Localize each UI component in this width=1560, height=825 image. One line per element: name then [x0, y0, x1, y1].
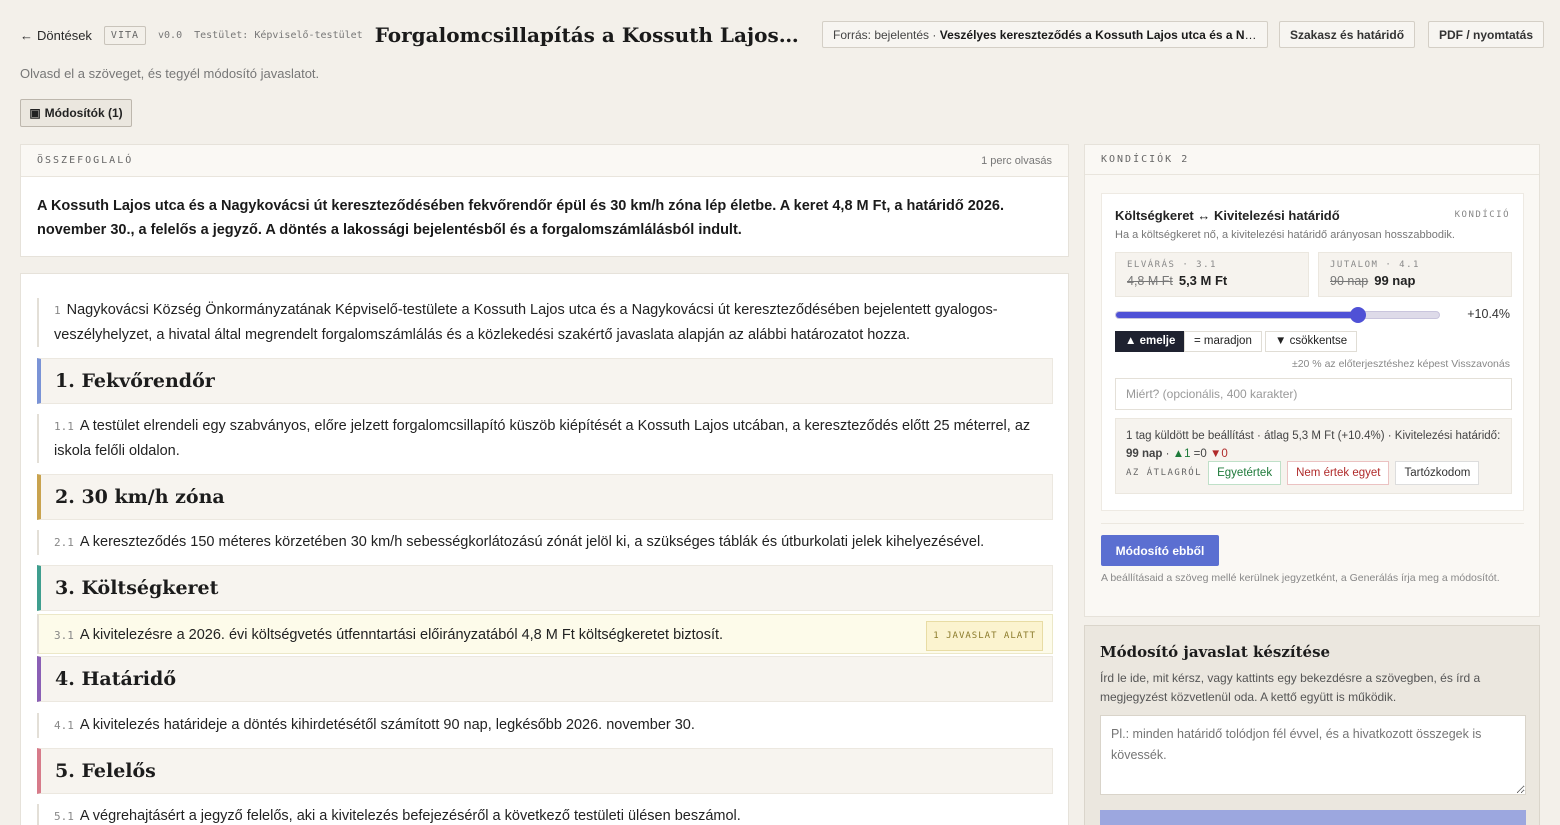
paragraph-number: 1.1: [54, 420, 74, 433]
back-label: Döntések: [37, 27, 92, 43]
section-title: 4. Határidő: [55, 668, 176, 690]
conditions-label: KONDÍCIÓK 2: [1101, 154, 1190, 165]
reward-box: JUTALOM · 4.1 90 nap 99 nap: [1318, 252, 1512, 297]
paragraph-text: Nagykovácsi Község Önkormányzatának Képv…: [54, 302, 998, 343]
arrow-left-icon: ←: [20, 27, 33, 43]
paragraph-number: 5.1: [54, 810, 74, 823]
paragraph-3-1[interactable]: 3.1 A kivitelezésre a 2026. évi költségve…: [37, 614, 1053, 654]
paragraph-5-1[interactable]: 5.1 A végrehajtásért a jegyző felelős, ak…: [37, 804, 1053, 825]
pending-proposal-badge: 1 JAVASLAT ALATT: [926, 621, 1043, 651]
reward-new-value: 99 nap: [1374, 273, 1416, 288]
summary-text: A Kossuth Lajos utca és a Nagykovácsi út…: [37, 198, 1005, 238]
panel-icon: ▣: [29, 106, 41, 120]
modifier-from-this-button[interactable]: Módosító ebből: [1101, 535, 1219, 566]
slider-fill: [1116, 312, 1359, 318]
slider-percentage: +10.4%: [1467, 307, 1510, 321]
paragraph-text: A kereszteződés 150 méteres körzetében 3…: [79, 534, 985, 550]
summary-header: ÖSSZEFOGLALÓ 1 perc olvasás: [21, 145, 1068, 177]
section-2-heading: 2. 30 km/h zóna: [37, 474, 1053, 520]
slider-handle[interactable]: [1350, 307, 1367, 323]
condition-tag: KONDÍCIÓ: [1454, 210, 1510, 220]
section-5-heading: 5. Felelős: [37, 748, 1053, 794]
conditions-panel: KONDÍCIÓK 2 Költségkeret ↔ Kivitelezési …: [1084, 144, 1540, 617]
stats-text: 1 tag küldött be beállítást · átlag 5,3 …: [1126, 430, 1501, 442]
range-hint: ±20 % az előterjesztéshez képest Visszav…: [1292, 358, 1510, 370]
ask-old-value: 4,8 M Ft: [1127, 274, 1173, 288]
lower-button[interactable]: ▼ csökkentse: [1265, 331, 1358, 352]
read-time: 1 perc olvasás: [981, 154, 1052, 167]
abstain-button[interactable]: Tartózkodom: [1395, 461, 1480, 485]
top-bar: ← Döntések VITA v0.0 Testület: Képviselő…: [20, 20, 1545, 50]
section-title: 2. 30 km/h zóna: [55, 486, 225, 508]
section-title: 1. Fekvőrendőr: [55, 370, 215, 392]
reward-label: JUTALOM · 4.1: [1330, 260, 1420, 270]
stats-value: 99 nap: [1126, 448, 1163, 460]
adjustment-slider[interactable]: [1115, 307, 1440, 323]
paragraph-1-1[interactable]: 1.1 A testület elrendeli egy szabványos, …: [37, 414, 1053, 463]
document-body: 1 Nagykovácsi Község Önkormányzatának Kép…: [20, 273, 1069, 825]
modifiers-button[interactable]: ▣ Módosítók (1): [20, 99, 132, 127]
modifiers-label: Módosítók (1): [44, 106, 123, 120]
paragraph-text: A kivitelezésre a 2026. évi költségvetés…: [79, 627, 724, 643]
disagree-button[interactable]: Nem értek egyet: [1287, 461, 1390, 485]
average-vote-row: AZ ÁTLAGRÓL Egyetértek Nem értek egyet T…: [1126, 461, 1480, 485]
summary-label: ÖSSZEFOGLALÓ: [37, 155, 134, 166]
conditions-header: KONDÍCIÓK 2: [1085, 145, 1539, 175]
average-label: AZ ÁTLAGRÓL: [1126, 468, 1203, 478]
paragraph-number: 4.1: [54, 719, 74, 732]
divider: [1101, 523, 1524, 524]
stat-equal: =0: [1193, 448, 1207, 460]
back-link[interactable]: ← Döntések: [20, 28, 92, 43]
paragraph-text: A testület elrendeli egy szabványos, elő…: [54, 418, 1031, 459]
section-deadline-button[interactable]: Szakasz és határidő: [1279, 21, 1416, 48]
modifier-note: A beállításaid a szöveg mellé kerülnek j…: [1101, 572, 1500, 584]
create-proposal-title: Módosító javaslat készítése: [1100, 643, 1331, 661]
source-value: Veszélyes kereszteződés a Kossuth Lajos …: [939, 28, 1267, 42]
condition-card: Költségkeret ↔ Kivitelezési határidő KON…: [1101, 193, 1524, 511]
page-subtitle: Olvasd el a szöveget, és tegyél módosító…: [20, 66, 320, 81]
create-proposal-description: Írd le ide, mit kérsz, vagy kattints egy…: [1100, 671, 1481, 704]
source-chip[interactable]: Forrás: bejelentés · Veszélyes keresztez…: [822, 21, 1268, 48]
paragraph-text: A végrehajtásért a jegyző felelős, aki a…: [79, 808, 741, 824]
create-proposal-panel: Módosító javaslat készítése Írd le ide, …: [1084, 625, 1540, 825]
stats-separator: ·: [1165, 448, 1170, 460]
pdf-print-button[interactable]: PDF / nyomtatás: [1428, 21, 1545, 48]
proposal-textarea[interactable]: [1100, 715, 1526, 795]
body-label: Testület: Képviselő-testület: [194, 29, 363, 41]
why-input[interactable]: Miért? (opcionális, 400 karakter): [1115, 378, 1512, 410]
version-label: v0.0: [158, 29, 183, 41]
agree-button[interactable]: Egyetértek: [1208, 461, 1282, 485]
stat-up: ▲1: [1172, 448, 1191, 460]
section-1-heading: 1. Fekvőrendőr: [37, 358, 1053, 404]
reward-old-value: 90 nap: [1330, 274, 1369, 288]
ask-box: ELVÁRÁS · 3.1 4,8 M Ft 5,3 M Ft: [1115, 252, 1309, 297]
keep-button[interactable]: = maradjon: [1184, 331, 1262, 352]
section-title: 5. Felelős: [55, 760, 156, 782]
ask-new-value: 5,3 M Ft: [1178, 273, 1228, 288]
paragraph-4-1[interactable]: 4.1 A kivitelezés határideje a döntés kih…: [37, 713, 1053, 738]
stats-box: 1 tag küldött be beállítást · átlag 5,3 …: [1115, 418, 1512, 494]
paragraph-number: 2.1: [54, 536, 74, 549]
section-3-heading: 3. Költségkeret: [37, 565, 1053, 611]
condition-title: Költségkeret ↔ Kivitelezési határidő: [1115, 208, 1340, 223]
paragraph-2-1[interactable]: 2.1 A kereszteződés 150 méteres körzetébe…: [37, 530, 1053, 555]
section-title: 3. Költségkeret: [55, 577, 219, 599]
raise-button[interactable]: ▲ emelje: [1115, 331, 1186, 352]
condition-description: Ha a költségkeret nő, a kivitelezési hat…: [1115, 229, 1455, 241]
paragraph-text: A kivitelezés határideje a döntés kihird…: [79, 717, 695, 733]
generate-button[interactable]: [1100, 810, 1526, 825]
page-title: Forgalomcsillapítás a Kossuth Lajos utca…: [374, 23, 805, 47]
summary-card: ÖSSZEFOGLALÓ 1 perc olvasás A Kossuth La…: [20, 144, 1069, 257]
section-4-heading: 4. Határidő: [37, 656, 1053, 702]
ask-label: ELVÁRÁS · 3.1: [1127, 260, 1217, 270]
stat-down: ▼0: [1210, 448, 1228, 460]
range-hint-text: ±20 % az előterjesztéshez képest: [1291, 358, 1449, 370]
paragraph-number: 1: [54, 304, 61, 317]
paragraph-number: 3.1: [54, 629, 74, 642]
paragraph-1[interactable]: 1 Nagykovácsi Község Önkormányzatának Kép…: [37, 298, 1053, 347]
status-badge: VITA: [103, 25, 147, 45]
undo-link[interactable]: Visszavonás: [1451, 358, 1510, 370]
source-prefix: Forrás: bejelentés ·: [833, 28, 937, 42]
